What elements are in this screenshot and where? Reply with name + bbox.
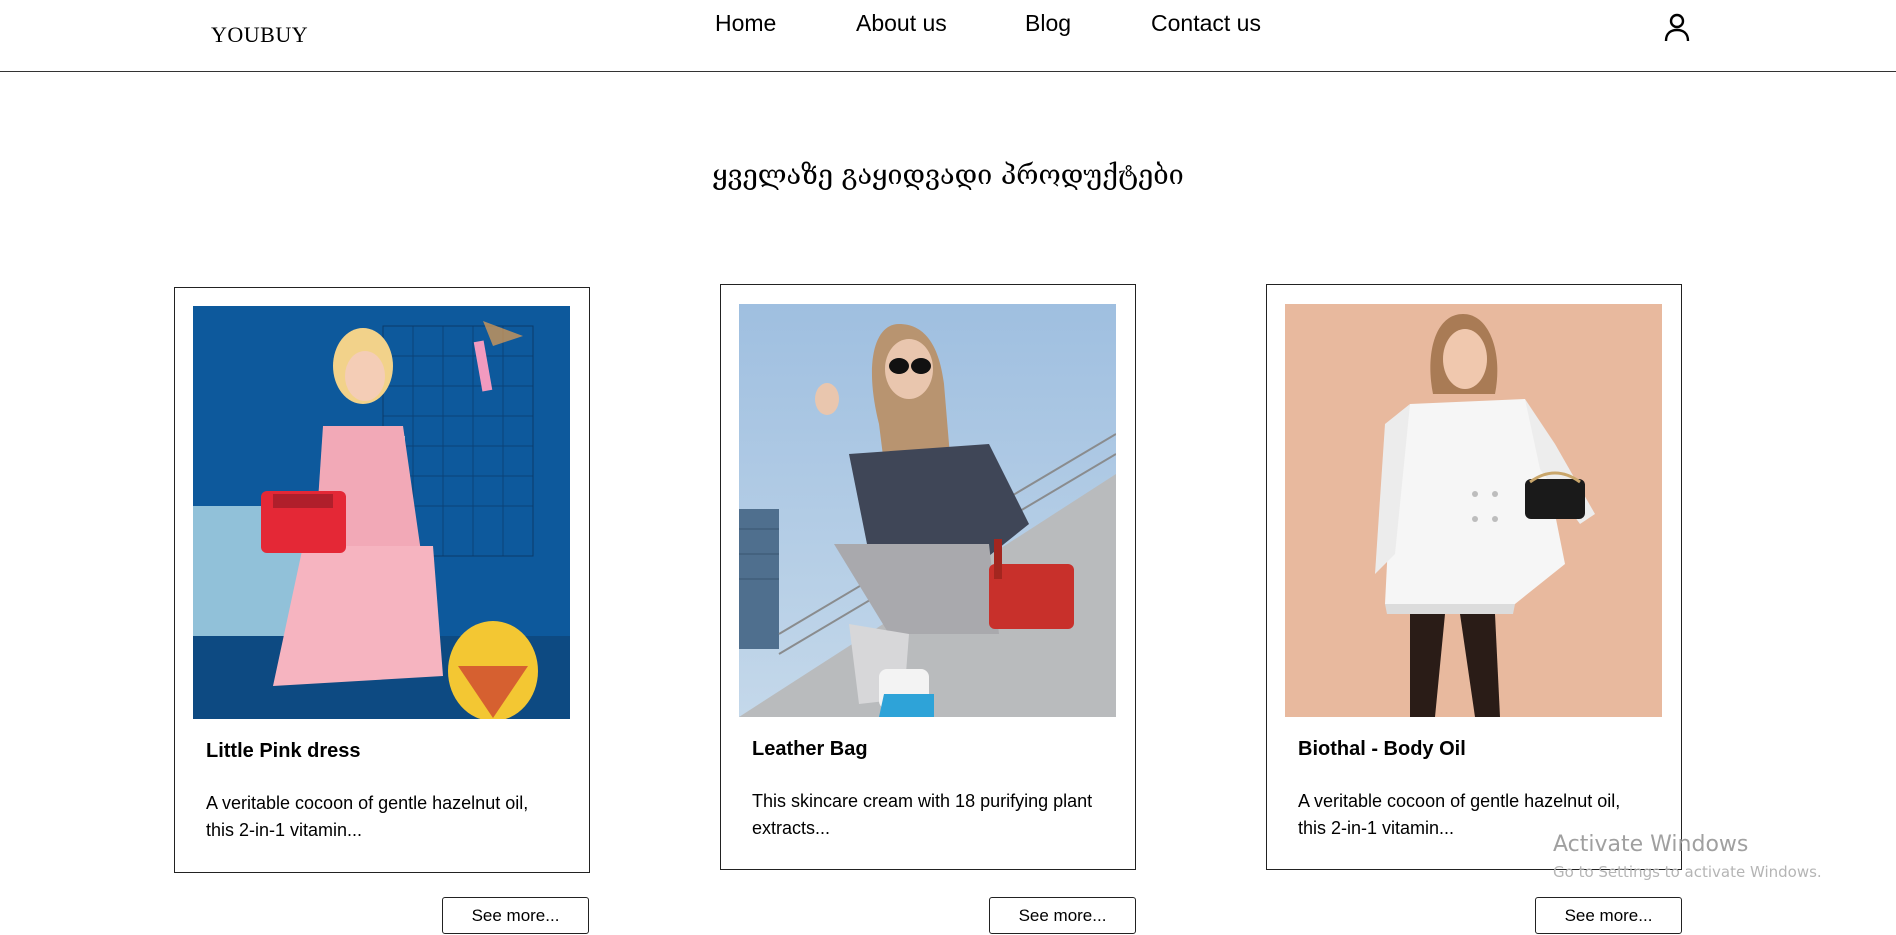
nav-blog[interactable]: Blog bbox=[1025, 10, 1071, 37]
watermark-subtitle: Go to Settings to activate Windows. bbox=[1553, 863, 1822, 881]
product-card-2: Leather Bag This skincare cream with 18 … bbox=[720, 284, 1136, 870]
watermark-title: Activate Windows bbox=[1553, 832, 1749, 857]
product-name: Biothal - Body Oil bbox=[1298, 738, 1466, 760]
nav-home[interactable]: Home bbox=[715, 10, 776, 37]
product-image-3[interactable] bbox=[1285, 304, 1662, 717]
product-image-2[interactable] bbox=[739, 304, 1116, 717]
product-description: This skincare cream with 18 purifying pl… bbox=[752, 791, 1093, 838]
section-title: ყველაზე გაყიდვადი პროდუქტები bbox=[712, 160, 1184, 191]
product-name: Little Pink dress bbox=[206, 740, 361, 762]
see-more-button-2[interactable]: See more... bbox=[989, 897, 1136, 934]
product-name: Leather Bag bbox=[752, 738, 868, 760]
product-description: A veritable cocoon of gentle hazelnut oi… bbox=[206, 793, 529, 840]
see-more-button-3[interactable]: See more... bbox=[1535, 897, 1682, 934]
see-more-button-1[interactable]: See more... bbox=[442, 897, 589, 934]
user-icon[interactable] bbox=[1662, 12, 1692, 42]
windows-activation-watermark: Activate Windows Go to Settings to activ… bbox=[1553, 832, 1822, 881]
nav-about-us[interactable]: About us bbox=[856, 10, 947, 37]
site-logo[interactable]: YOUBUY bbox=[211, 22, 308, 48]
nav-contact-us[interactable]: Contact us bbox=[1151, 10, 1261, 37]
product-image-1[interactable] bbox=[193, 306, 570, 719]
product-card-1: Little Pink dress A veritable cocoon of … bbox=[174, 287, 590, 873]
site-header: YOUBUY Home About us Blog Contact us bbox=[0, 0, 1896, 72]
product-card-3: Biothal - Body Oil A veritable cocoon of… bbox=[1266, 284, 1682, 870]
